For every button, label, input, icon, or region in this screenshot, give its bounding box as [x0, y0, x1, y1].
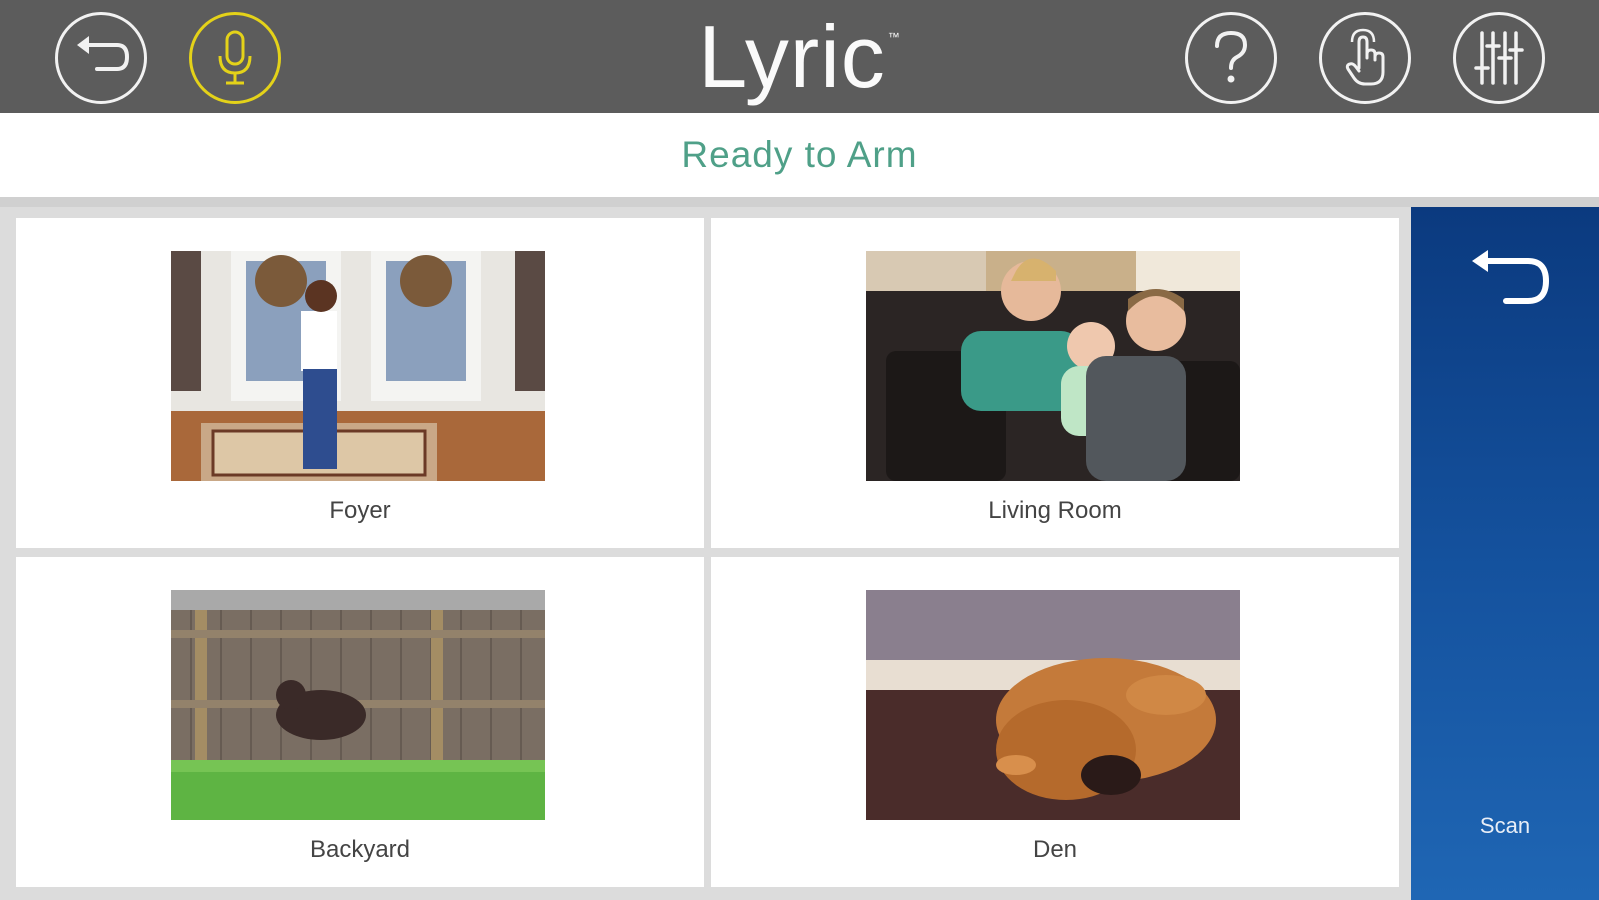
settings-button[interactable] [1453, 12, 1545, 104]
help-button[interactable] [1185, 12, 1277, 104]
scan-button[interactable]: Scan [1411, 813, 1599, 839]
help-icon [1215, 30, 1248, 83]
camera-tile-backyard[interactable]: Backyard [16, 557, 704, 887]
side-panel: Scan [1411, 207, 1599, 900]
camera-grid: Foyer Living Room Backyard Den [0, 207, 1411, 900]
arm-status-text: Ready to Arm [681, 134, 918, 175]
brand-name: Lyric [698, 6, 886, 106]
trademark-mark: ™ [887, 30, 901, 44]
camera-label: Living Room [988, 497, 1122, 524]
camera-thumbnail [171, 590, 545, 820]
touch-button[interactable] [1319, 12, 1411, 104]
camera-thumbnail [866, 251, 1240, 481]
camera-thumbnail [171, 251, 545, 481]
camera-tile-den[interactable]: Den [711, 557, 1399, 887]
settings-sliders-icon [1474, 31, 1524, 85]
arm-status-banner: Ready to Arm [0, 113, 1599, 197]
camera-thumbnail [866, 590, 1240, 820]
camera-label: Den [1032, 836, 1078, 863]
camera-label: Foyer [329, 497, 391, 524]
camera-label: Backyard [309, 836, 411, 863]
camera-tile-living-room[interactable]: Living Room [711, 218, 1399, 548]
divider [0, 197, 1599, 207]
touch-icon [1345, 28, 1385, 86]
side-back-button[interactable] [1466, 245, 1552, 315]
top-bar: Lyric ™ [0, 0, 1599, 113]
back-icon [1472, 250, 1550, 304]
camera-tile-foyer[interactable]: Foyer [16, 218, 704, 548]
